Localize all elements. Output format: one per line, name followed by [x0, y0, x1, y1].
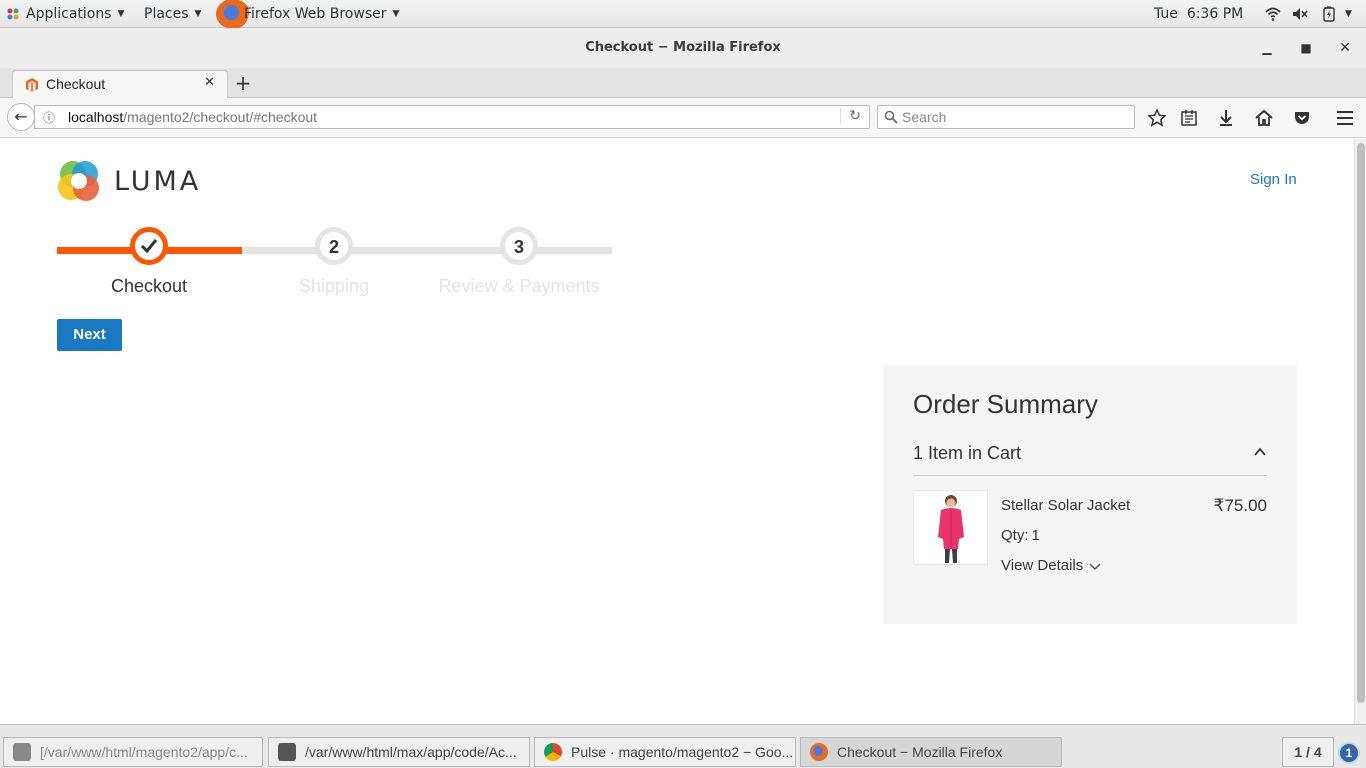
step-2-number: 2: [328, 237, 339, 257]
chevron-down-icon: [1089, 563, 1101, 570]
downloads-icon[interactable]: [1216, 108, 1236, 128]
search-icon: [884, 110, 898, 124]
view-details-toggle[interactable]: View Details: [1001, 557, 1101, 574]
system-top-bar: Applications ▼ Places ▼ Firefox Web Brow…: [0, 0, 1366, 29]
step-1-circle: [130, 227, 168, 265]
tab-title: Checkout: [46, 76, 106, 92]
chrome-icon: [544, 743, 562, 761]
logo-wordmark: LUMA: [114, 165, 202, 197]
step-3-label: Review & Payments: [438, 276, 600, 296]
cart-items-toggle[interactable]: 1 Item in Cart: [913, 443, 1021, 464]
firefox-icon: [810, 743, 828, 761]
window-title-bar: Checkout − Mozilla Firefox ▁ ■ ✕: [0, 28, 1366, 68]
qty-label: Qty:: [1001, 527, 1029, 544]
active-app-menu[interactable]: Firefox Web Browser ▼: [216, 0, 400, 29]
step-3-circle: 3: [500, 227, 538, 265]
divider: [913, 475, 1267, 476]
site-info-icon[interactable]: ⓘ: [43, 109, 55, 126]
task-chrome[interactable]: Pulse · magento/magento2 − Goo...: [534, 737, 796, 767]
chevron-down-icon: ▼: [194, 9, 202, 19]
order-summary: Order Summary 1 Item in Cart Stellar Sol…: [883, 365, 1297, 624]
applications-label: Applications: [26, 6, 112, 22]
chevron-down-icon: ▼: [392, 9, 400, 19]
view-details-label: View Details: [1001, 557, 1084, 574]
bookmark-star-icon[interactable]: [1147, 108, 1167, 128]
step-2-circle: 2: [315, 227, 353, 265]
task-sublime-2[interactable]: /var/www/html/max/app/code/Ac...: [268, 737, 530, 767]
system-menu-chevron-icon[interactable]: ▼: [1345, 0, 1352, 28]
task-sublime-1[interactable]: [/var/www/html/magento2/app/c...: [3, 737, 263, 767]
back-arrow-icon: ←: [14, 107, 28, 126]
progress-segment-pending: [242, 247, 612, 254]
active-app-label: Firefox Web Browser: [244, 6, 387, 22]
tab-checkout[interactable]: Checkout ✕: [12, 70, 228, 99]
product-name: Stellar Solar Jacket: [1001, 497, 1131, 514]
step-2-label: Shipping: [298, 276, 370, 296]
close-tab-icon[interactable]: ✕: [204, 75, 215, 90]
search-placeholder: Search: [902, 109, 947, 125]
applications-menu[interactable]: Applications ▼: [6, 0, 124, 28]
url-path: /magento2/checkout/#checkout: [123, 109, 318, 125]
clock[interactable]: Tue 6:36 PM: [1154, 0, 1243, 28]
search-input[interactable]: Search: [877, 105, 1135, 129]
step-3-number: 3: [513, 237, 524, 257]
product-price: ₹75.00: [1213, 496, 1267, 515]
workspace-pager[interactable]: 1 / 4: [1282, 737, 1334, 767]
scrollbar-thumb[interactable]: [1357, 143, 1365, 703]
close-icon[interactable]: ✕: [1337, 40, 1353, 56]
task-label: Pulse · magento/magento2 − Goo...: [571, 744, 794, 760]
page-scrollbar[interactable]: [1354, 139, 1366, 724]
new-tab-icon[interactable]: +: [233, 71, 253, 95]
maximize-icon[interactable]: ■: [1298, 40, 1314, 56]
window-title: Checkout − Mozilla Firefox: [585, 40, 781, 55]
checkout-progress-bar: 2 3 Checkout Shipping Review & Payments: [57, 227, 612, 307]
reading-list-icon[interactable]: [1179, 108, 1199, 128]
back-button[interactable]: ←: [7, 103, 35, 131]
chevron-down-icon: ▼: [117, 9, 125, 19]
wifi-icon[interactable]: [1265, 6, 1281, 22]
chevron-up-icon[interactable]: [1253, 445, 1267, 459]
qty-value: 1: [1031, 527, 1040, 544]
jacket-product-image: [914, 491, 987, 564]
product-thumbnail: [913, 490, 988, 565]
step-1-label: Checkout: [110, 276, 188, 296]
hamburger-menu-icon[interactable]: [1335, 108, 1355, 128]
url-bar[interactable]: ⓘ localhost/magento2/checkout/#checkout …: [34, 105, 870, 129]
task-label: [/var/www/html/magento2/app/c...: [40, 744, 248, 760]
battery-icon[interactable]: [1321, 6, 1337, 22]
navigation-toolbar: ⓘ localhost/magento2/checkout/#checkout …: [0, 98, 1366, 138]
task-firefox[interactable]: Checkout − Mozilla Firefox: [800, 737, 1062, 767]
task-label: /var/www/html/max/app/code/Ac...: [305, 744, 517, 760]
places-label: Places: [144, 6, 189, 22]
order-summary-title: Order Summary: [913, 389, 1098, 419]
volume-muted-icon[interactable]: [1292, 6, 1308, 22]
task-label: Checkout − Mozilla Firefox: [837, 744, 1003, 760]
gnome-foot-icon: [7, 8, 19, 20]
reload-icon[interactable]: ↻: [840, 108, 861, 124]
tab-strip: Checkout ✕ +: [0, 68, 1366, 99]
sublime-icon: [13, 743, 31, 761]
notification-badge[interactable]: 1: [1338, 742, 1360, 764]
home-icon[interactable]: [1254, 108, 1274, 128]
pocket-icon[interactable]: [1292, 108, 1312, 128]
places-menu[interactable]: Places ▼: [144, 0, 201, 28]
luma-logo[interactable]: LUMA: [57, 159, 201, 203]
url-text[interactable]: localhost/magento2/checkout/#checkout: [68, 109, 317, 125]
checkmark-icon: [140, 239, 158, 254]
minimize-icon[interactable]: ▁: [1259, 40, 1275, 56]
sublime-icon: [278, 743, 296, 761]
luma-logo-icon: [58, 161, 99, 201]
magento-favicon-icon: [26, 78, 38, 92]
clock-text: Tue 6:36 PM: [1154, 6, 1244, 22]
sign-in-link[interactable]: Sign In: [1250, 171, 1297, 188]
url-host: localhost: [68, 109, 124, 125]
product-quantity: Qty: 1: [1001, 527, 1040, 544]
web-page: LUMA Sign In 2 3 Checkout Shipping Revie…: [0, 139, 1354, 724]
window-list-taskbar: [/var/www/html/magento2/app/c... /var/ww…: [0, 724, 1366, 768]
next-button[interactable]: Next: [57, 319, 122, 351]
